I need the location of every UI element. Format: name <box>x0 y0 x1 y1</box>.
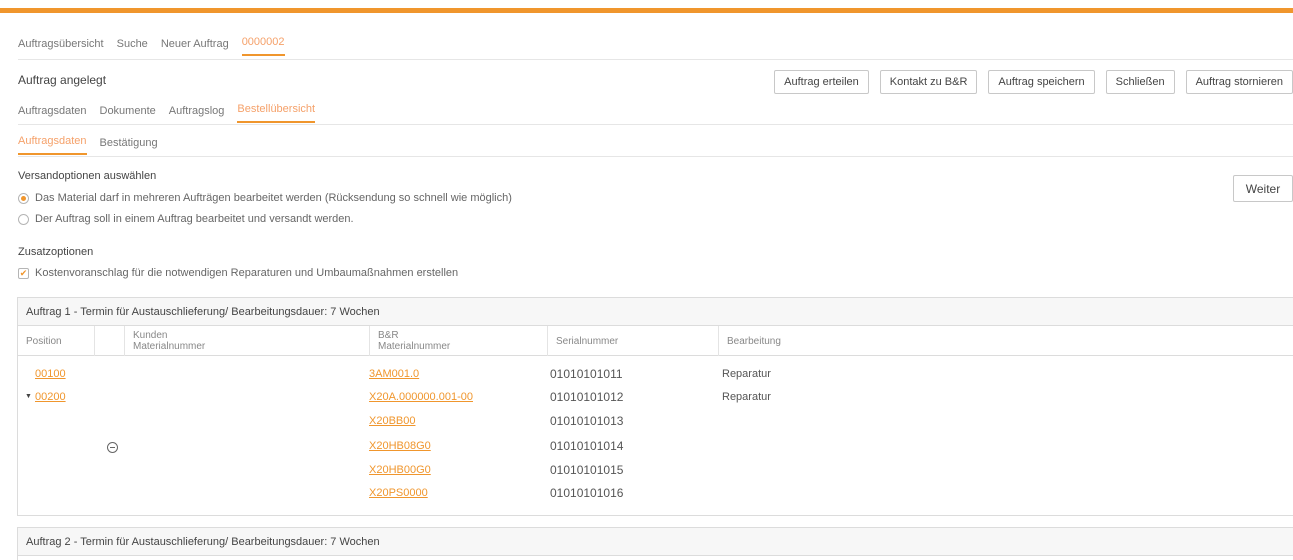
br-material-link[interactable]: X20A.000000.001-00 <box>369 391 473 403</box>
column-header-bearbeitung: Bearbeitung <box>718 326 1293 356</box>
tab-neuer-auftrag[interactable]: Neuer Auftrag <box>161 38 229 56</box>
column-header-br-material: B&R Materialnummer <box>369 326 547 356</box>
expand-triangle-icon[interactable]: ▼ <box>25 393 32 400</box>
tab-bestelluebersicht[interactable]: Bestellübersicht <box>237 103 316 123</box>
position-link[interactable]: 00200 <box>35 391 66 403</box>
tab-auftragsdaten[interactable]: Auftragsdaten <box>18 105 87 123</box>
order-sub-tabs: Auftragsdaten Dokumente Auftragslog Best… <box>18 103 328 123</box>
serial-number: 01010101011 <box>550 367 623 381</box>
column-header-expand <box>94 326 124 356</box>
shipping-option-2[interactable]: Der Auftrag soll in einem Auftrag bearbe… <box>18 213 354 225</box>
tab-auftragslog[interactable]: Auftragslog <box>169 105 225 123</box>
br-material-link[interactable]: X20BB00 <box>369 415 415 427</box>
shipping-option-2-label: Der Auftrag soll in einem Auftrag bearbe… <box>35 213 354 225</box>
divider <box>18 124 1293 125</box>
schliessen-button[interactable]: Schließen <box>1105 70 1175 94</box>
serial-number: 01010101016 <box>550 486 624 500</box>
bearbeitung-value: Reparatur <box>722 391 771 403</box>
order-2-title: Auftrag 2 - Termin für Austauschlieferun… <box>18 528 1293 556</box>
column-header-position: Position <box>26 335 62 347</box>
auftrag-speichern-button[interactable]: Auftrag speichern <box>988 70 1095 94</box>
br-material-link[interactable]: X20PS0000 <box>369 487 428 499</box>
order-2-panel: Auftrag 2 - Termin für Austauschlieferun… <box>17 527 1293 560</box>
divider <box>18 156 1293 157</box>
br-material-link[interactable]: X20HB08G0 <box>369 440 431 452</box>
tab-order-number[interactable]: 0000002 <box>241 36 285 56</box>
bearbeitung-value: Reparatur <box>722 368 771 380</box>
top-accent-bar <box>0 8 1293 13</box>
checkbox-checked-icon[interactable]: ✔ <box>18 267 29 279</box>
kontakt-button[interactable]: Kontakt zu B&R <box>879 70 978 94</box>
column-header-kunden-material: Kunden Materialnummer <box>124 326 369 356</box>
serial-number: 01010101014 <box>550 439 624 453</box>
serial-number: 01010101015 <box>550 463 624 477</box>
column-header-serial: Serialnummer <box>547 326 718 356</box>
extra-options-title: Zusatzoptionen <box>18 246 94 258</box>
serial-number: 01010101013 <box>550 414 624 428</box>
tab-dokumente[interactable]: Dokumente <box>100 105 156 123</box>
serial-number: 01010101012 <box>550 390 624 404</box>
radio-unselected-icon[interactable] <box>18 213 29 225</box>
cost-estimate-option[interactable]: ✔ Kostenvoranschlag für die notwendigen … <box>18 267 458 279</box>
tab-auftragsdaten-detail[interactable]: Auftragsdaten <box>18 135 87 155</box>
shipping-options-title: Versandoptionen auswählen <box>18 170 157 182</box>
shipping-option-1[interactable]: Das Material darf in mehreren Aufträgen … <box>18 192 512 204</box>
position-link[interactable]: 00100 <box>35 368 66 380</box>
tab-suche[interactable]: Suche <box>117 38 148 56</box>
order-1-table-body: 00100 3AM001.0 01010101011 Reparatur ▼ 0… <box>18 356 1293 504</box>
radio-selected-icon[interactable] <box>18 192 29 204</box>
collapse-minus-icon[interactable] <box>107 442 118 453</box>
detail-tabs: Auftragsdaten Bestätigung <box>18 135 171 155</box>
tab-bestaetigung[interactable]: Bestätigung <box>100 137 158 155</box>
order-1-table-header: Position Kunden Materialnummer B&R Mater… <box>18 326 1293 356</box>
weiter-button[interactable]: Weiter <box>1233 175 1293 202</box>
main-tabs: Auftragsübersicht Suche Neuer Auftrag 00… <box>18 36 298 56</box>
br-material-link[interactable]: X20HB00G0 <box>369 464 431 476</box>
tab-auftragsuebersicht[interactable]: Auftragsübersicht <box>18 38 104 56</box>
page-title: Auftrag angelegt <box>18 73 107 87</box>
auftrag-stornieren-button[interactable]: Auftrag stornieren <box>1185 70 1293 94</box>
shipping-option-1-label: Das Material darf in mehreren Aufträgen … <box>35 192 512 204</box>
action-toolbar: Auftrag erteilen Kontakt zu B&R Auftrag … <box>763 70 1293 94</box>
br-material-link[interactable]: 3AM001.0 <box>369 368 419 380</box>
auftrag-erteilen-button[interactable]: Auftrag erteilen <box>774 70 869 94</box>
order-1-panel: Auftrag 1 - Termin für Austauschlieferun… <box>17 297 1293 516</box>
order-1-title: Auftrag 1 - Termin für Austauschlieferun… <box>18 298 1293 326</box>
cost-estimate-label: Kostenvoranschlag für die notwendigen Re… <box>35 267 459 279</box>
divider <box>18 59 1293 60</box>
